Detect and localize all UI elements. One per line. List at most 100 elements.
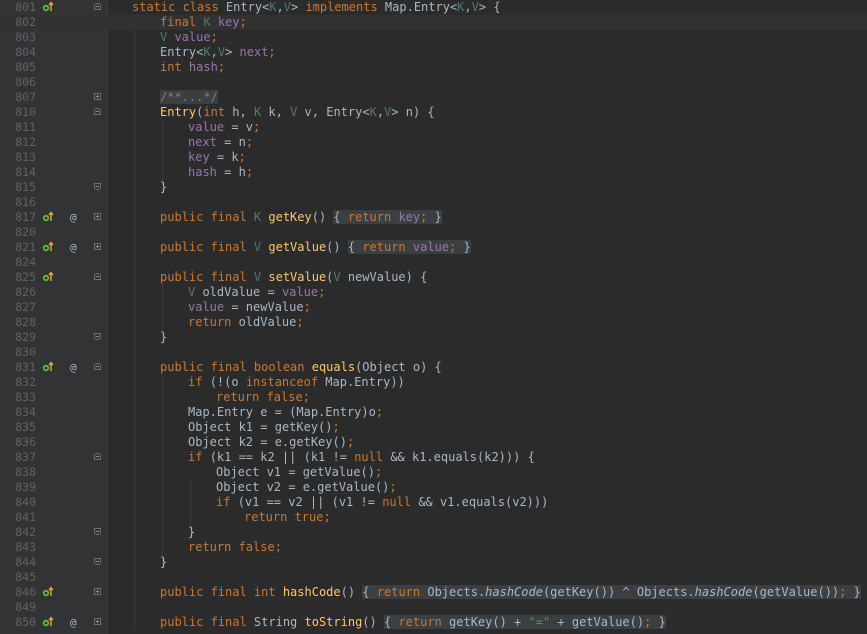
fold-collapse-icon[interactable] bbox=[94, 108, 101, 115]
fold-collapse-icon[interactable] bbox=[94, 273, 101, 280]
code-line[interactable]: 843 return false; bbox=[0, 540, 867, 555]
implements-method-icon[interactable] bbox=[42, 211, 54, 223]
code-line[interactable]: 827 value = newValue; bbox=[0, 300, 867, 315]
implements-method-icon[interactable] bbox=[42, 616, 54, 628]
code-line[interactable]: 831 @ public final boolean equals(Object o… bbox=[0, 360, 867, 375]
code-token: V bbox=[253, 270, 269, 284]
code-line[interactable]: 837 if (k1 == k2 || (k1 != null && k1.equ… bbox=[0, 450, 867, 465]
line-number: 802 bbox=[15, 15, 36, 29]
code-token: return bbox=[376, 585, 428, 599]
fold-collapse-icon[interactable] bbox=[94, 333, 101, 340]
code-line[interactable]: 810 Entry(int h, K k, V v, Entry<K,V> n) … bbox=[0, 105, 867, 120]
code-text: Map.Entry e = (Map.Entry)o; bbox=[188, 405, 383, 420]
code-line[interactable]: 835 Object k1 = getKey(); bbox=[0, 420, 867, 435]
code-token: k, bbox=[268, 105, 291, 119]
fold-expand-icon[interactable] bbox=[94, 243, 101, 250]
line-number: 840 bbox=[15, 495, 36, 509]
code-line[interactable]: 817 @ public final K getKey() { return key… bbox=[0, 210, 867, 225]
line-number: 807 bbox=[15, 90, 36, 104]
implements-method-icon[interactable] bbox=[42, 271, 54, 283]
code-line[interactable]: 813 key = k; bbox=[0, 150, 867, 165]
code-line[interactable]: 824 bbox=[0, 255, 867, 270]
code-line[interactable]: 826 V oldValue = value; bbox=[0, 285, 867, 300]
code-line[interactable]: 836 Object k2 = e.getKey(); bbox=[0, 435, 867, 450]
code-line[interactable]: 838 Object v1 = getValue(); bbox=[0, 465, 867, 480]
code-line[interactable]: 833 return false; bbox=[0, 390, 867, 405]
code-token: public final bbox=[160, 240, 254, 254]
fold-collapse-icon[interactable] bbox=[94, 558, 101, 565]
implements-method-icon[interactable] bbox=[42, 586, 54, 598]
annotation-icon[interactable]: @ bbox=[70, 240, 77, 255]
code-token: () bbox=[340, 585, 363, 599]
code-line[interactable]: 830 bbox=[0, 345, 867, 360]
code-token: Entry< bbox=[225, 0, 270, 14]
fold-collapse-icon[interactable] bbox=[94, 183, 101, 190]
line-number: 811 bbox=[15, 120, 36, 134]
code-line[interactable]: 814 hash = h; bbox=[0, 165, 867, 180]
fold-collapse-icon[interactable] bbox=[94, 453, 101, 460]
code-token: return bbox=[398, 615, 450, 629]
fold-expand-icon[interactable] bbox=[94, 93, 101, 100]
code-line[interactable]: 849 bbox=[0, 600, 867, 615]
implements-method-icon[interactable] bbox=[42, 1, 54, 13]
fold-collapse-icon[interactable] bbox=[94, 3, 101, 10]
code-line[interactable]: 805 int hash; bbox=[0, 60, 867, 75]
line-number: 844 bbox=[15, 555, 36, 569]
line-number: 826 bbox=[15, 285, 36, 299]
code-line[interactable]: 815} bbox=[0, 180, 867, 195]
code-line[interactable]: 825 public final V setValue(V newValue) { bbox=[0, 270, 867, 285]
line-number: 801 bbox=[15, 0, 36, 14]
code-token: () bbox=[326, 240, 348, 254]
code-line[interactable]: 839 Object v2 = e.getValue(); bbox=[0, 480, 867, 495]
code-line[interactable]: 846 public final int hashCode() { return … bbox=[0, 585, 867, 600]
code-text: next = n; bbox=[188, 135, 253, 150]
fold-expand-icon[interactable] bbox=[94, 213, 101, 220]
code-line[interactable]: 834 Map.Entry e = (Map.Entry)o; bbox=[0, 405, 867, 420]
annotation-icon[interactable]: @ bbox=[70, 615, 77, 630]
annotation-icon[interactable]: @ bbox=[70, 210, 77, 225]
code-line[interactable]: 804 Entry<K,V> next; bbox=[0, 45, 867, 60]
code-line[interactable]: 811 value = v; bbox=[0, 120, 867, 135]
code-line[interactable]: 803 V value; bbox=[0, 30, 867, 45]
code-text: Object k1 = getKey(); bbox=[188, 420, 340, 435]
code-editor[interactable]: 801 static class Entry<K,V> implements Ma… bbox=[0, 0, 867, 634]
implements-method-icon[interactable] bbox=[42, 361, 54, 373]
code-text: return false; bbox=[188, 540, 282, 555]
code-text: } bbox=[188, 525, 195, 540]
implements-method-icon[interactable] bbox=[42, 241, 54, 253]
code-line[interactable]: 840 if (v1 == v2 || (v1 != null && v1.equ… bbox=[0, 495, 867, 510]
code-token: null bbox=[354, 450, 391, 464]
code-line[interactable]: 807 /**...*/ bbox=[0, 90, 867, 105]
code-token: ; bbox=[245, 165, 254, 179]
annotation-icon[interactable]: @ bbox=[70, 360, 77, 375]
code-line[interactable]: 850 @ public final String toString() { ret… bbox=[0, 615, 867, 630]
code-line[interactable]: 816 bbox=[0, 195, 867, 210]
code-line[interactable]: 832 if (!(o instanceof Map.Entry)) bbox=[0, 375, 867, 390]
code-line[interactable]: 842} bbox=[0, 525, 867, 540]
code-token: K bbox=[203, 15, 218, 29]
code-line[interactable]: 841 return true; bbox=[0, 510, 867, 525]
code-token: /**...*/ bbox=[160, 90, 218, 104]
code-line[interactable]: 801 static class Entry<K,V> implements Ma… bbox=[0, 0, 867, 15]
fold-collapse-icon[interactable] bbox=[94, 363, 101, 370]
line-number: 825 bbox=[15, 270, 36, 284]
fold-expand-icon[interactable] bbox=[94, 618, 101, 625]
code-line[interactable]: 802 final K key; bbox=[0, 15, 867, 30]
code-token: K bbox=[253, 210, 269, 224]
code-token: V bbox=[333, 270, 348, 284]
fold-collapse-icon[interactable] bbox=[94, 528, 101, 535]
code-line[interactable]: 844} bbox=[0, 555, 867, 570]
code-token: ; bbox=[210, 30, 218, 44]
code-line[interactable]: 845 bbox=[0, 570, 867, 585]
code-line[interactable]: 821 @ public final V getValue() { return v… bbox=[0, 240, 867, 255]
code-token: > bbox=[225, 45, 240, 59]
code-line[interactable]: 829} bbox=[0, 330, 867, 345]
code-token: Entry bbox=[160, 105, 197, 119]
code-token: , bbox=[376, 105, 385, 119]
code-line[interactable]: 806 bbox=[0, 75, 867, 90]
line-number: 829 bbox=[15, 330, 36, 344]
code-line[interactable]: 820 bbox=[0, 225, 867, 240]
fold-expand-icon[interactable] bbox=[94, 588, 101, 595]
code-line[interactable]: 812 next = n; bbox=[0, 135, 867, 150]
code-line[interactable]: 828 return oldValue; bbox=[0, 315, 867, 330]
